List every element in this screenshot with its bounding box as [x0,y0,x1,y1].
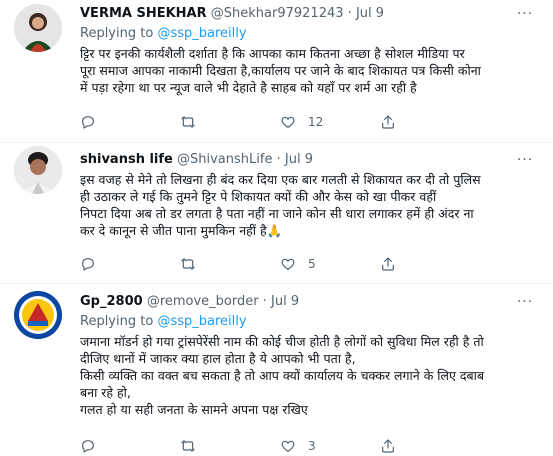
like-button[interactable]: 3 [280,437,380,455]
reply-icon [80,114,96,130]
display-name[interactable]: VERMA SHEKHAR [80,6,207,21]
heart-icon [280,256,296,272]
more-options-icon[interactable]: ··· [515,293,535,311]
reply-button[interactable] [80,437,180,455]
tweet-actions: 12 [80,113,500,131]
reply-icon [80,256,96,272]
user-handle[interactable]: @ShivanshLife [177,152,272,167]
heart-icon [280,438,296,454]
user-handle[interactable]: @Shekhar97921243 [211,6,344,21]
retweet-button[interactable] [180,113,280,131]
avatar[interactable] [14,291,62,339]
tweet-text: इस वजह से मेने तो लिखना ही बंद कर दिया ए… [80,172,481,238]
display-name[interactable]: Gp_2800 [80,294,143,309]
like-count: 3 [308,439,316,453]
display-name[interactable]: shivansh life [80,152,173,167]
replying-to-label: Replying to [80,26,158,41]
separator-dot: · [262,294,267,309]
reply-button[interactable] [80,113,180,131]
like-count: 12 [308,115,324,129]
tweet-date[interactable]: Jul 9 [356,6,384,21]
reply-icon [80,438,96,454]
tweet-header: shivansh life @ShivanshLife · Jul 9 ··· [80,151,539,169]
user-handle[interactable]: @remove_border [147,294,259,309]
tweet-header: VERMA SHEKHAR @Shekhar97921243 · Jul 9 ·… [80,5,539,23]
tweet[interactable]: VERMA SHEKHAR @Shekhar97921243 · Jul 9 ·… [0,0,553,143]
tweet-actions: 3 [80,437,500,455]
share-button[interactable] [380,255,480,273]
separator-dot: · [276,152,281,167]
replying-to-link[interactable]: @ssp_bareilly [157,314,246,329]
like-button[interactable]: 5 [280,255,380,273]
retweet-icon [180,256,196,272]
tweet[interactable]: shivansh life @ShivanshLife · Jul 9 ··· … [0,142,553,284]
tweet-date[interactable]: Jul 9 [271,294,299,309]
separator-dot: · [347,6,352,21]
reply-button[interactable] [80,255,180,273]
tweet-text: ट्टिर पर इनकी कार्यशैली दर्शाता है कि आप… [80,46,481,95]
tweet-text: जमाना मॉडर्न हो गया ट्रांसपेरेंसी नाम की… [80,334,485,417]
share-icon [380,114,396,130]
replying-to: Replying to @ssp_bareilly [80,25,539,43]
avatar[interactable] [14,4,62,52]
like-button[interactable]: 12 [280,113,380,131]
share-icon [380,256,396,272]
avatar[interactable] [14,146,62,194]
heart-icon [280,114,296,130]
tweet-date[interactable]: Jul 9 [285,152,313,167]
retweet-icon [180,114,196,130]
replying-to: Replying to @ssp_bareilly [80,313,539,331]
share-button[interactable] [380,437,480,455]
retweet-icon [180,438,196,454]
tweet-actions: 5 [80,255,500,273]
retweet-button[interactable] [180,437,280,455]
share-icon [380,438,396,454]
like-count: 5 [308,257,316,271]
more-options-icon[interactable]: ··· [515,151,535,169]
retweet-button[interactable] [180,255,280,273]
share-button[interactable] [380,113,480,131]
replying-to-link[interactable]: @ssp_bareilly [157,26,246,41]
replying-to-label: Replying to [80,314,158,329]
tweet-header: Gp_2800 @remove_border · Jul 9 ··· [80,293,539,311]
tweet[interactable]: Gp_2800 @remove_border · Jul 9 ··· Reply… [0,283,553,456]
more-options-icon[interactable]: ··· [515,5,535,23]
